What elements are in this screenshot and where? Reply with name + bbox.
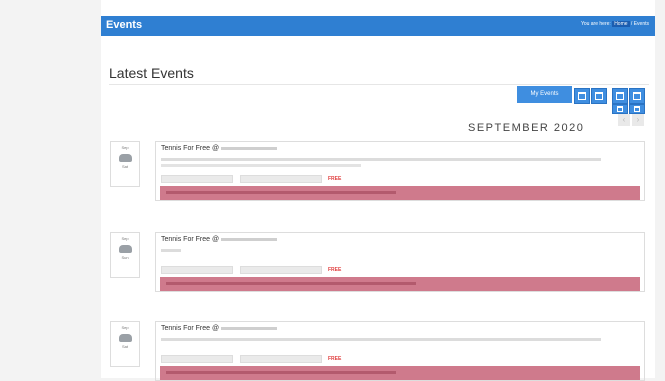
time-tag (240, 266, 322, 274)
event-card: Tennis For Free @ FREE (155, 321, 645, 381)
divider (109, 84, 649, 85)
breadcrumb-home-link[interactable]: Home (612, 21, 630, 27)
month-label: SEPTEMBER 2020 (468, 122, 585, 134)
calendar-week-icon[interactable] (591, 88, 607, 104)
event-card: Tennis For Free @ FREE (155, 141, 645, 201)
next-month-button[interactable]: › (632, 114, 644, 126)
capacity-tag (161, 266, 233, 274)
event-description (161, 164, 361, 167)
page-title: Events (106, 19, 143, 31)
list-view-icon[interactable] (629, 88, 645, 104)
calendar-icon[interactable] (629, 104, 645, 114)
my-events-button[interactable]: My Events (517, 86, 572, 103)
calendar-month-icon[interactable] (612, 88, 628, 104)
event-title-line: Tennis For Free @ (161, 145, 278, 152)
breadcrumb-current: Events (633, 21, 649, 27)
event-location (221, 146, 278, 150)
event-day: Sun (121, 255, 129, 260)
event-month: Sep (121, 325, 129, 330)
event-title-line: Tennis For Free @ (161, 236, 278, 243)
event-title-line: Tennis For Free @ (161, 325, 278, 332)
event-description (161, 158, 601, 161)
event-date: Sep Sun (110, 232, 140, 278)
event-month: Sep (121, 145, 129, 150)
event-location (221, 326, 278, 330)
event-location (221, 237, 278, 241)
capacity-tag (161, 175, 233, 183)
event-title-link[interactable]: Tennis For Free @ (161, 145, 219, 152)
page-header-bar: Events You are here: Home / Events (101, 16, 655, 36)
event-title-link[interactable]: Tennis For Free @ (161, 325, 219, 332)
breadcrumb-prefix: You are here: (580, 21, 611, 27)
cloud-icon (118, 334, 132, 342)
cloud-icon (118, 154, 132, 162)
section-heading: Latest Events (109, 65, 194, 81)
event-date: Sep Sat (110, 321, 140, 367)
grid-view-icon[interactable] (612, 104, 628, 114)
event-description (161, 338, 601, 341)
free-badge: FREE (328, 356, 342, 362)
month-nav: ‹ › (618, 114, 644, 126)
event-notice (160, 277, 640, 291)
event-day: Sat (121, 164, 128, 169)
prev-month-button[interactable]: ‹ (618, 114, 630, 126)
event-description (161, 249, 181, 252)
calendar-day-icon[interactable] (574, 88, 590, 104)
event-card: Tennis For Free @ FREE (155, 232, 645, 292)
time-tag (240, 175, 322, 183)
free-badge: FREE (328, 176, 342, 182)
event-notice (160, 186, 640, 200)
event-day: Sat (121, 344, 128, 349)
capacity-tag (161, 355, 233, 363)
event-date: Sep Sat (110, 141, 140, 187)
time-tag (240, 355, 322, 363)
breadcrumb-separator: / (630, 21, 633, 27)
free-badge: FREE (328, 267, 342, 273)
cloud-icon (118, 245, 132, 253)
event-title-link[interactable]: Tennis For Free @ (161, 236, 219, 243)
breadcrumb: You are here: Home / Events (581, 21, 649, 27)
event-month: Sep (121, 236, 129, 241)
